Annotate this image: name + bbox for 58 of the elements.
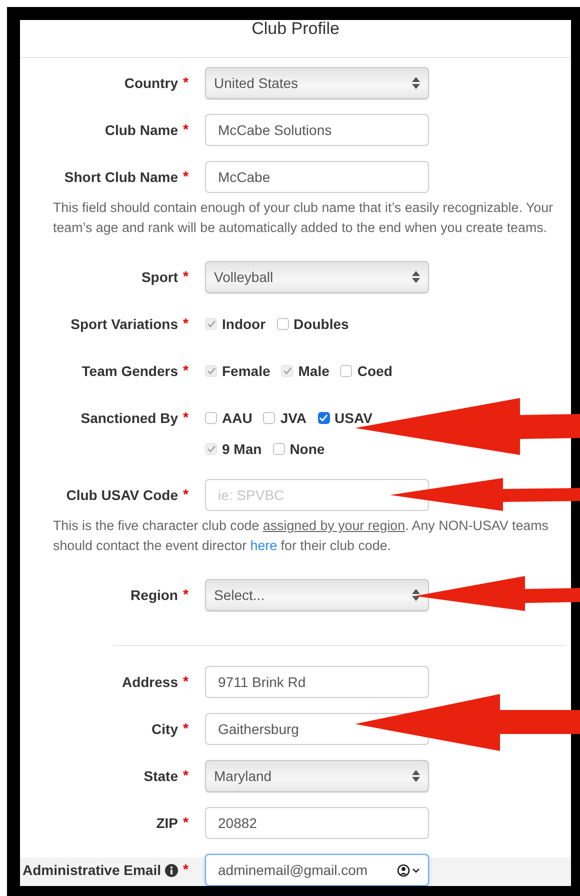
required-mark: * bbox=[182, 585, 190, 604]
field-label: Team Genders bbox=[82, 363, 178, 379]
text-field[interactable]: McCabe bbox=[205, 161, 429, 193]
field-label: State bbox=[144, 768, 178, 784]
checkmark-icon bbox=[206, 444, 216, 452]
text-field[interactable]: 9711 Brink Rd bbox=[205, 666, 429, 698]
checkmark-icon bbox=[206, 366, 216, 374]
required-mark: * bbox=[182, 813, 190, 832]
required-mark: * bbox=[182, 860, 190, 879]
checkbox-option[interactable]: USAV bbox=[318, 410, 372, 426]
checkbox-option[interactable]: Doubles bbox=[276, 316, 349, 332]
required-mark: * bbox=[182, 167, 190, 186]
page-title: Club Profile bbox=[20, 20, 571, 58]
required-mark: * bbox=[182, 408, 190, 427]
field-label: Club USAV Code bbox=[66, 487, 178, 503]
field-label: Country bbox=[124, 75, 178, 91]
text-field[interactable]: ie: SPVBC bbox=[205, 479, 429, 511]
email-field[interactable]: adminemail@gmail.com bbox=[205, 854, 429, 886]
select-dropdown[interactable]: Select... bbox=[205, 579, 429, 611]
autofill-icon[interactable] bbox=[397, 864, 421, 877]
help-text: This field should contain enough of your club name that it’s easily recognizable. Your team’s age and rank will be automatically added to the end when you create teams. bbox=[53, 199, 554, 237]
checkbox-option[interactable]: AAU bbox=[205, 410, 252, 426]
checkmark-icon bbox=[319, 414, 328, 422]
text-field[interactable]: McCabe Solutions bbox=[205, 114, 429, 146]
required-mark: * bbox=[182, 485, 190, 504]
checkbox-option[interactable]: Coed bbox=[340, 362, 392, 378]
required-mark: * bbox=[182, 719, 190, 738]
required-mark: * bbox=[182, 120, 190, 139]
select-dropdown[interactable]: United States bbox=[205, 67, 429, 99]
required-mark: * bbox=[182, 267, 190, 286]
select-dropdown[interactable]: Maryland bbox=[205, 760, 429, 792]
field-label: ZIP bbox=[156, 815, 178, 831]
field-label: Address bbox=[122, 674, 178, 690]
select-caret-icon bbox=[412, 770, 420, 782]
checkmark-icon bbox=[282, 366, 292, 374]
required-mark: * bbox=[182, 314, 190, 333]
field-label: Sanctioned By bbox=[80, 410, 178, 426]
select-caret-icon bbox=[412, 77, 420, 89]
checkbox-option[interactable]: JVA bbox=[263, 410, 307, 426]
field-label: Club Name bbox=[104, 122, 178, 138]
required-mark: * bbox=[182, 73, 190, 92]
select-dropdown[interactable]: Volleyball bbox=[205, 261, 429, 293]
here-link[interactable]: here bbox=[250, 538, 278, 553]
field-label: Short Club Name bbox=[64, 169, 178, 185]
required-mark: * bbox=[182, 672, 190, 691]
field-label: City bbox=[152, 721, 178, 737]
field-label: Sport Variations bbox=[70, 316, 178, 332]
field-label: Sport bbox=[141, 269, 178, 285]
text-field[interactable]: 20882 bbox=[205, 807, 429, 839]
select-caret-icon bbox=[412, 589, 420, 601]
checkbox-option[interactable]: None bbox=[272, 440, 325, 456]
required-mark: * bbox=[182, 361, 190, 380]
field-label: Administrative Email bbox=[22, 862, 161, 878]
field-label: Region bbox=[130, 587, 178, 603]
required-mark: * bbox=[182, 766, 190, 785]
checkmark-icon bbox=[206, 320, 216, 328]
select-caret-icon bbox=[412, 271, 420, 283]
help-text: This is the five character club code assigned by your region. Any NON-USAV teams should contact the event director here for their club code. bbox=[53, 517, 550, 555]
